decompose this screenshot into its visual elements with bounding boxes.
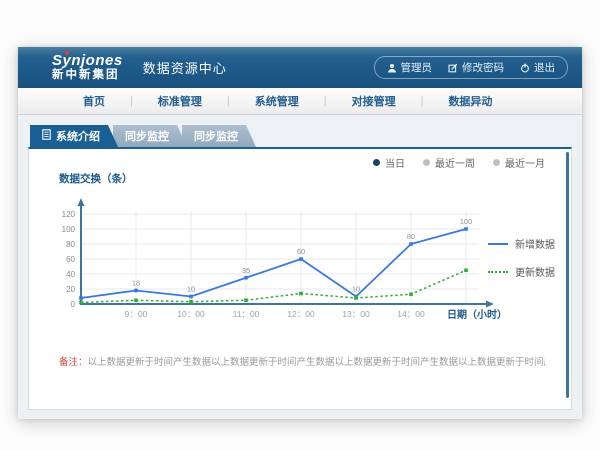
radio-today-label: 当日 [385, 155, 405, 170]
y-axis-arrow-icon [78, 198, 85, 206]
tab-sync-monitor-1[interactable]: 同步监控 [113, 125, 187, 147]
page-background: Synjones 新中新集团 数据资源中心 管理员 修改密码 [0, 0, 600, 450]
x-tick-label: 14：00 [397, 309, 425, 319]
point-label: 18 [132, 279, 140, 288]
y-tick-label: 20 [66, 285, 75, 294]
radio-today[interactable]: 当日 [373, 155, 405, 170]
data-point [464, 227, 468, 231]
tab-sync-monitor-2[interactable]: 同步监控 [182, 125, 256, 147]
data-point [79, 296, 83, 300]
chart-panel: 当日 最近一周 最近一月 数据交换（条） 0 20 40 60 80 100 120 9：00… [28, 147, 572, 410]
chart-legend: 新增数据 更新数据 [488, 236, 555, 279]
footnote: 备注：以上数据更新于时间产生数据以上数据更新于时间产生数据以上数据更新于时间产生… [59, 354, 545, 368]
admin-user-label: 管理员 [401, 60, 433, 75]
tab-system-intro[interactable]: 系统介绍 [30, 125, 118, 147]
nav-item-system-mgmt[interactable]: 系统管理 [230, 93, 324, 109]
data-point [299, 257, 303, 261]
legend-label: 新增数据 [515, 236, 555, 251]
nav-item-interface-mgmt[interactable]: 对接管理 [327, 93, 421, 109]
data-point [299, 292, 303, 296]
y-tick-label: 40 [66, 270, 75, 279]
data-point [409, 292, 413, 296]
brand-logo: Synjones 新中新集团 [52, 53, 123, 82]
time-range-radio-group: 当日 最近一周 最近一月 [373, 155, 545, 170]
edit-icon [448, 63, 458, 73]
x-tick-label: 13：00 [342, 309, 370, 319]
tab-label: 系统介绍 [56, 128, 100, 144]
x-tick-label: 12：00 [287, 309, 315, 319]
page-title: 数据资源中心 [143, 58, 227, 77]
tab-label: 同步监控 [194, 128, 238, 144]
point-label: 60 [297, 247, 305, 256]
main-nav: 首页 | 标准管理 | 系统管理 | 对接管理 | 数据异动 [18, 88, 582, 115]
nav-item-home[interactable]: 首页 [58, 93, 130, 109]
header-actions-group: 管理员 修改密码 退出 [374, 56, 569, 79]
line-chart: 0 20 40 60 80 100 120 9：00 10：00 11：00 12：00 13：00 1… [41, 189, 541, 329]
radio-dot-icon [373, 159, 380, 166]
point-label: 10 [352, 285, 360, 294]
point-label: 35 [242, 266, 250, 275]
admin-user-button[interactable]: 管理员 [387, 60, 433, 75]
data-point [354, 296, 358, 300]
data-point [134, 289, 138, 293]
x-tick-label: 9：00 [125, 309, 148, 319]
user-icon [387, 63, 397, 73]
dotted-line-icon [488, 271, 508, 273]
content-area: 系统介绍 同步监控 同步监控 当日 最近一周 [18, 115, 582, 419]
y-tick-label: 100 [62, 225, 76, 234]
point-label: 100 [460, 217, 473, 226]
logout-label: 退出 [534, 60, 555, 75]
footnote-prefix: 备注： [59, 357, 88, 368]
legend-item-update-data: 更新数据 [488, 264, 555, 279]
app-window: Synjones 新中新集团 数据资源中心 管理员 修改密码 [18, 47, 582, 419]
y-axis-title: 数据交换（条） [59, 171, 133, 186]
tab-label: 同步监控 [125, 128, 169, 144]
logo-main-text: Synjones [52, 53, 123, 68]
logo-sub-text: 新中新集团 [52, 70, 123, 82]
data-point [464, 268, 468, 272]
radio-dot-icon [423, 159, 430, 166]
radio-dot-icon [493, 159, 500, 166]
footnote-text: 以上数据更新于时间产生数据以上数据更新于时间产生数据以上数据更新于时间产生数据以… [88, 357, 545, 368]
radio-last-week[interactable]: 最近一周 [423, 155, 475, 170]
radio-last-month-label: 最近一月 [505, 155, 545, 170]
point-label: 10 [187, 285, 195, 294]
y-tick-label: 120 [62, 210, 76, 219]
data-point [244, 276, 248, 280]
y-tick-label: 80 [66, 240, 75, 249]
x-axis-arrow-icon [486, 301, 494, 308]
legend-item-new-data: 新增数据 [488, 236, 555, 251]
data-point [79, 301, 83, 305]
tab-bar: 系统介绍 同步监控 同步监控 [28, 125, 572, 147]
nav-item-standard-mgmt[interactable]: 标准管理 [133, 93, 227, 109]
data-point [244, 298, 248, 302]
data-point [409, 242, 413, 246]
data-point [189, 300, 193, 304]
app-header: Synjones 新中新集团 数据资源中心 管理员 修改密码 [18, 47, 582, 88]
x-tick-label: 10：00 [177, 309, 205, 319]
change-password-button[interactable]: 修改密码 [448, 60, 504, 75]
legend-label: 更新数据 [515, 264, 555, 279]
radio-last-week-label: 最近一周 [435, 155, 475, 170]
x-tick-label: 11：00 [233, 309, 260, 319]
nav-item-data-change[interactable]: 数据异动 [423, 93, 517, 109]
change-password-label: 修改密码 [462, 60, 504, 75]
y-tick-label: 0 [71, 300, 76, 309]
x-axis-title: 日期（小时） [447, 308, 507, 321]
logout-button[interactable]: 退出 [520, 60, 555, 75]
document-icon [42, 129, 51, 143]
y-tick-label: 60 [66, 255, 75, 264]
panel-scrollbar[interactable] [566, 152, 569, 398]
solid-line-icon [488, 243, 508, 245]
data-point [134, 298, 138, 302]
point-label: 80 [407, 232, 415, 241]
data-point [189, 295, 193, 299]
logout-icon [520, 63, 530, 73]
radio-last-month[interactable]: 最近一月 [493, 155, 545, 170]
